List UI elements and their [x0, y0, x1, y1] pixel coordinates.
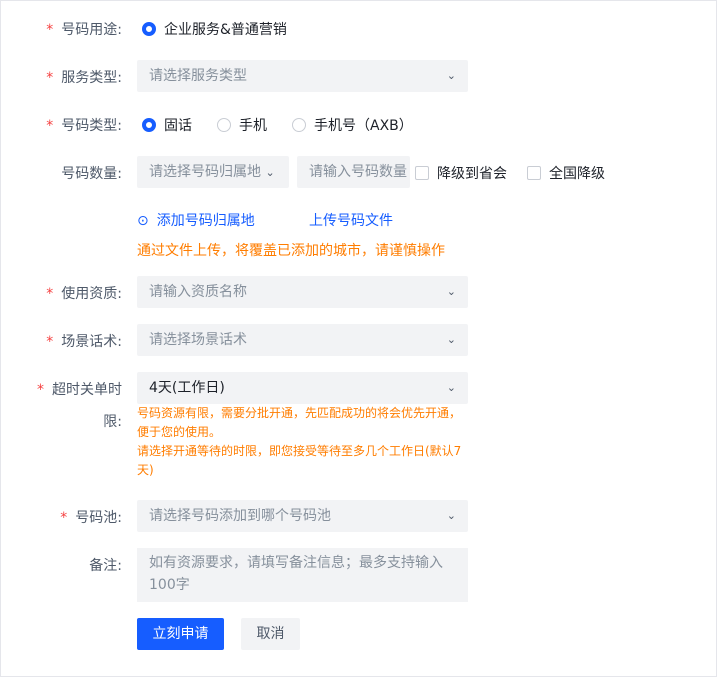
remark-label: 备注: — [89, 558, 122, 574]
chevron-down-icon: ⌄ — [446, 285, 456, 298]
chevron-down-icon: ⌄ — [446, 333, 456, 346]
pool-select[interactable]: 请选择号码添加到哪个号码池 ⌄ — [137, 500, 468, 532]
cancel-button[interactable]: 取消 — [241, 618, 300, 650]
plus-circle-icon: ⊙ — [137, 213, 149, 229]
pool-label: * 号码池: — [60, 510, 122, 526]
checkbox-icon — [415, 166, 429, 180]
downgrade-national-checkbox[interactable]: 全国降级 — [527, 163, 605, 183]
number-type-label: * 号码类型: — [46, 118, 122, 134]
chevron-down-icon: ⌄ — [265, 166, 275, 179]
upload-file-link[interactable]: 上传号码文件 — [309, 210, 393, 230]
quantity-input[interactable]: 请输入号码数量 — [297, 156, 410, 188]
script-label: * 场景话术: — [46, 334, 122, 350]
timeout-label-cont: 限: — [103, 414, 122, 430]
add-region-link[interactable]: ⊙ 添加号码归属地 — [137, 210, 255, 230]
script-select[interactable]: 请选择场景话术 ⌄ — [137, 324, 468, 356]
radio-label: 手机号（AXB） — [314, 118, 413, 134]
service-type-label: * 服务类型: — [46, 70, 122, 86]
service-type-select[interactable]: 请选择服务类型 ⌄ — [137, 60, 468, 92]
purpose-label: * 号码用途: — [46, 22, 122, 38]
number-type-radio-landline[interactable]: 固话 — [142, 115, 192, 135]
timeout-select[interactable]: 4天(工作日) ⌄ — [137, 372, 468, 404]
chevron-down-icon: ⌄ — [446, 509, 456, 522]
downgrade-province-checkbox[interactable]: 降级到省会 — [415, 163, 507, 183]
quantity-label: 号码数量: — [61, 166, 122, 182]
qualification-label: * 使用资质: — [46, 286, 122, 302]
number-type-radio-axb[interactable]: 手机号（AXB） — [292, 115, 413, 135]
radio-label: 手机 — [239, 118, 267, 134]
qualification-select[interactable]: 请输入资质名称 ⌄ — [137, 276, 468, 308]
upload-warning: 通过文件上传，将覆盖已添加的城市，请谨慎操作 — [137, 243, 445, 259]
remark-textarea[interactable]: 如有资源要求，请填写备注信息；最多支持输入100字 — [137, 548, 468, 602]
number-type-radio-mobile[interactable]: 手机 — [217, 115, 267, 135]
purpose-radio[interactable]: 企业服务&普通营销 — [142, 19, 287, 39]
chevron-down-icon: ⌄ — [446, 381, 456, 394]
radio-label: 固话 — [164, 118, 192, 134]
radio-checked-icon — [142, 118, 156, 132]
checkbox-label: 降级到省会 — [437, 166, 507, 182]
timeout-label: * 超时关单时 — [37, 382, 122, 398]
radio-icon — [217, 118, 231, 132]
region-select[interactable]: 请选择号码归属地 ⌄ — [137, 156, 289, 188]
checkbox-icon — [527, 166, 541, 180]
chevron-down-icon: ⌄ — [446, 69, 456, 82]
timeout-hint: 号码资源有限，需要分批开通，先匹配成功的将会优先开通，便于您的使用。 请选择开通等… — [137, 406, 462, 477]
submit-button[interactable]: 立刻申请 — [137, 618, 224, 650]
radio-icon — [292, 118, 306, 132]
checkbox-label: 全国降级 — [549, 166, 605, 182]
radio-checked-icon — [142, 22, 156, 36]
radio-label: 企业服务&普通营销 — [164, 22, 287, 38]
